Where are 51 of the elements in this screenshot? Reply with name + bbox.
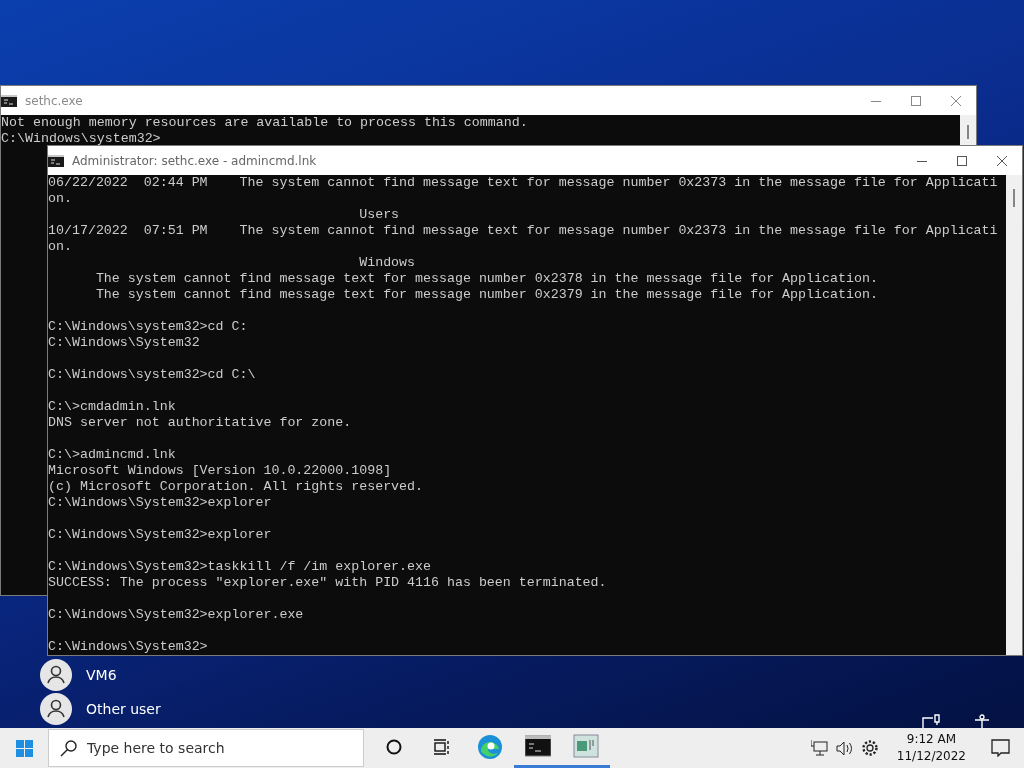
search-field[interactable]: Type here to search bbox=[48, 729, 364, 767]
console-line: DNS server not authoritative for zone. bbox=[48, 415, 353, 431]
volume-icon[interactable] bbox=[835, 739, 853, 757]
console-line: Windows bbox=[358, 255, 417, 271]
console-line: C:\Windows\System32>taskkill /f /im explorer.exe bbox=[48, 559, 432, 575]
console-line: C:\>cmdadmin.lnk bbox=[48, 399, 177, 415]
notification-icon[interactable] bbox=[990, 739, 1010, 757]
console-line: Not enough memory resources are available to process this command. bbox=[1, 115, 529, 131]
search-icon bbox=[60, 740, 77, 757]
accessibility-icon[interactable] bbox=[974, 714, 990, 728]
console-line: C:\Windows\system32> bbox=[1, 131, 162, 147]
edge-browser-icon[interactable] bbox=[477, 733, 503, 760]
console-icon bbox=[48, 153, 64, 168]
console-line: SUCCESS: The process "explorer.exe" with PID 4116 has been terminated. bbox=[48, 575, 608, 591]
console-line: C:\Windows\system32>cd C: bbox=[48, 319, 249, 335]
console-icon[interactable] bbox=[525, 733, 551, 760]
scrollbar[interactable] bbox=[1006, 175, 1022, 655]
console-line: The system cannot find message text for message number 0x2378 in the message file for Application. bbox=[94, 271, 879, 287]
console-line: on. bbox=[48, 191, 73, 207]
console-line: on. bbox=[48, 239, 73, 255]
clock[interactable]: 9:12 AM 11/12/2022 bbox=[896, 731, 966, 765]
console-icon bbox=[1, 93, 17, 108]
avatar-icon[interactable] bbox=[40, 659, 72, 691]
console-line: Users bbox=[358, 207, 401, 223]
console-line: C:\Windows\system32>cd C:\ bbox=[48, 367, 257, 383]
console-line: C:\Windows\System32>explorer.exe bbox=[48, 607, 305, 623]
windows-logo-icon[interactable] bbox=[15, 739, 33, 757]
circle-icon[interactable] bbox=[386, 738, 402, 755]
console-line: C:\Windows\System32 bbox=[48, 335, 201, 351]
console-line: Microsoft Windows [Version 10.0.22000.1098] bbox=[48, 463, 393, 479]
task-view-icon[interactable] bbox=[434, 738, 450, 755]
app-window-icon[interactable] bbox=[573, 733, 599, 760]
console-line: C:\Windows\System32>explorer bbox=[48, 495, 273, 511]
console-line: (c) Microsoft Corporation. All rights reserved. bbox=[48, 479, 425, 495]
console-line: 10/17/2022 07:51 PM The system cannot find message text for message number 0x2373 in the message file for Applicati bbox=[48, 223, 999, 239]
clock-time: 9:12 AM bbox=[906, 731, 957, 748]
avatar-icon[interactable] bbox=[40, 693, 72, 725]
network-icon[interactable] bbox=[810, 739, 828, 757]
clock-date: 11/12/2022 bbox=[896, 748, 966, 765]
console-line: C:\>admincmd.lnk bbox=[48, 447, 177, 463]
console-line: The system cannot find message text for message number 0x2379 in the message file for Application. bbox=[94, 287, 879, 303]
user-name[interactable]: Other user bbox=[86, 701, 161, 717]
window-title: Administrator: sethc.exe - admincmd.lnk bbox=[72, 153, 318, 168]
console-line: 06/22/2022 02:44 PM The system cannot find message text for message number 0x2373 in the message file for Applicati bbox=[48, 175, 999, 191]
window-title: sethc.exe bbox=[25, 93, 84, 108]
settings-icon[interactable] bbox=[860, 739, 879, 757]
network-icon[interactable] bbox=[922, 714, 940, 728]
user-name[interactable]: VM6 bbox=[86, 667, 117, 683]
console-line: C:\Windows\System32>explorer bbox=[48, 527, 273, 543]
scrollbar[interactable] bbox=[960, 115, 976, 145]
console-line: C:\Windows\System32> bbox=[48, 639, 209, 655]
